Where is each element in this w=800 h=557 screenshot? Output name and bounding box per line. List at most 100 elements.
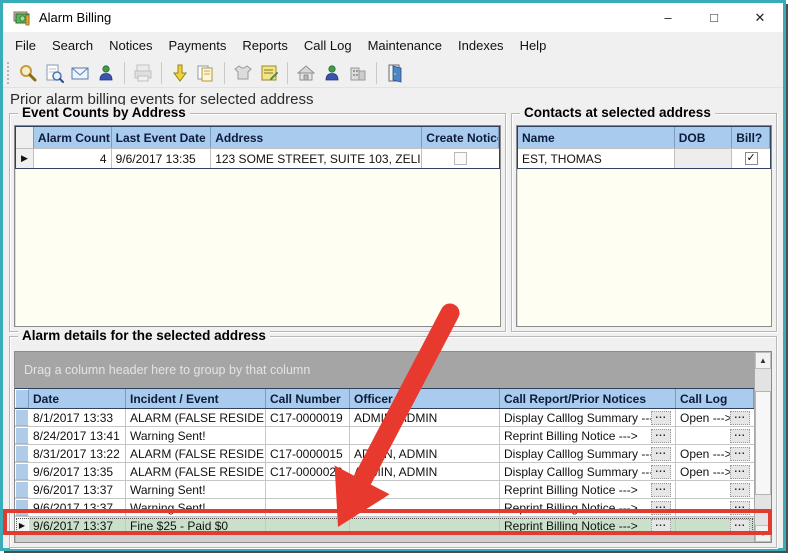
maximize-button[interactable]: □	[691, 3, 737, 32]
call-report-ellipsis-button[interactable]: ...	[651, 483, 671, 497]
business-icon[interactable]	[346, 61, 370, 85]
search-icon[interactable]	[16, 61, 40, 85]
document-preview-icon[interactable]	[42, 61, 66, 85]
column-header-alarm-count[interactable]: Alarm Count	[34, 127, 112, 148]
call-log-ellipsis-button[interactable]: ...	[730, 411, 750, 425]
incident-cell: ALARM (FALSE RESIDENTIA	[126, 409, 266, 426]
call-log-ellipsis-button[interactable]: ...	[730, 465, 750, 479]
call-report-ellipsis-button[interactable]: ...	[651, 411, 671, 425]
menu-call-log[interactable]: Call Log	[296, 34, 360, 57]
officer-cell: ADMIN, ADMIN	[350, 445, 500, 462]
group-by-bar[interactable]: Drag a column header here to group by th…	[15, 352, 754, 388]
incident-cell: ALARM (FALSE RESIDENTIA	[126, 445, 266, 462]
call-log-ellipsis-button[interactable]: ...	[730, 447, 750, 461]
contact-bill-cell: ✓	[732, 148, 770, 168]
contact-row[interactable]: EST, THOMAS ✓	[518, 148, 770, 168]
scrollbar-track[interactable]	[755, 369, 771, 525]
column-header-call-report[interactable]: Call Report/Prior Notices	[500, 389, 676, 408]
toolbar-separator	[224, 62, 225, 84]
call-number-cell	[266, 427, 350, 444]
column-header-call-log[interactable]: Call Log	[676, 389, 754, 408]
column-header-date[interactable]: Date	[29, 389, 126, 408]
contacts-panel: Name DOB Bill? EST, THOMAS ✓	[516, 125, 772, 327]
home-icon[interactable]	[294, 61, 318, 85]
officer-cell: ADMIN, ADMIN	[350, 463, 500, 480]
menu-search[interactable]: Search	[44, 34, 101, 57]
print-icon[interactable]	[131, 61, 155, 85]
bill-checkbox[interactable]: ✓	[745, 152, 758, 165]
row-selector	[15, 409, 29, 426]
copy-notices-icon[interactable]	[194, 61, 218, 85]
menu-indexes[interactable]: Indexes	[450, 34, 512, 57]
call-report-link[interactable]: Reprint Billing Notice --->	[504, 483, 638, 497]
call-log-link[interactable]: Open --->	[680, 411, 730, 425]
contact-icon[interactable]	[94, 61, 118, 85]
table-row[interactable]: 8/24/2017 13:41 Warning Sent! Reprint Bi…	[15, 427, 754, 445]
call-number-cell: C17-0000019	[266, 409, 350, 426]
call-report-link[interactable]: Display Calllog Summary --->	[504, 447, 651, 461]
column-header-officer[interactable]: Officer	[350, 389, 500, 408]
alarm-count-cell: 4	[34, 148, 112, 168]
column-header-incident[interactable]: Incident / Event	[126, 389, 266, 408]
call-number-cell	[266, 481, 350, 498]
app-money-icon	[13, 10, 31, 26]
event-counts-title: Event Counts by Address	[18, 105, 190, 120]
menu-bar: File Search Notices Payments Reports Cal…	[3, 32, 783, 58]
column-header-name[interactable]: Name	[518, 127, 675, 148]
contact-name-cell: EST, THOMAS	[518, 148, 675, 168]
column-header-dob[interactable]: DOB	[675, 127, 733, 148]
window-title: Alarm Billing	[39, 10, 111, 25]
call-report-link[interactable]: Display Calllog Summary --->	[504, 411, 651, 425]
create-notice-cell	[422, 148, 499, 168]
close-button[interactable]: ✕	[737, 3, 783, 32]
call-report-ellipsis-button[interactable]: ...	[651, 429, 671, 443]
date-cell: 8/24/2017 13:41	[29, 427, 126, 444]
column-header-create-notice[interactable]: Create Notice	[422, 127, 499, 148]
table-row[interactable]: 8/31/2017 13:22 ALARM (FALSE RESIDENTIA …	[15, 445, 754, 463]
mail-notice-icon[interactable]	[68, 61, 92, 85]
call-log-link[interactable]: Open --->	[680, 447, 730, 461]
call-report-link[interactable]: Display Calllog Summary --->	[504, 465, 651, 479]
date-cell: 8/31/2017 13:22	[29, 445, 126, 462]
column-header-address[interactable]: Address	[211, 127, 422, 148]
menu-payments[interactable]: Payments	[161, 34, 235, 57]
call-log-ellipsis-button[interactable]: ...	[730, 483, 750, 497]
minimize-button[interactable]: –	[645, 3, 691, 32]
table-row[interactable]: 9/6/2017 13:35 ALARM (FALSE RESIDENTIA C…	[15, 463, 754, 481]
officer-cell	[350, 427, 500, 444]
person-icon[interactable]	[320, 61, 344, 85]
call-log-link[interactable]: Open --->	[680, 465, 730, 479]
table-row[interactable]: 9/6/2017 13:37 Warning Sent! Reprint Bil…	[15, 481, 754, 499]
menu-file[interactable]: File	[7, 34, 44, 57]
toolbar-gripper	[7, 62, 10, 84]
call-number-cell: C17-0000015	[266, 445, 350, 462]
contacts-title: Contacts at selected address	[520, 105, 715, 120]
column-header-selector	[15, 389, 29, 408]
event-counts-row[interactable]: ▶ 4 9/6/2017 13:35 123 SOME STREET, SUIT…	[16, 148, 499, 168]
last-event-date-cell: 9/6/2017 13:35	[112, 148, 212, 168]
incident-cell: Warning Sent!	[126, 481, 266, 498]
import-arrow-icon[interactable]	[168, 61, 192, 85]
call-report-link[interactable]: Reprint Billing Notice --->	[504, 429, 638, 443]
column-header-bill[interactable]: Bill?	[732, 127, 770, 148]
call-report-ellipsis-button[interactable]: ...	[651, 447, 671, 461]
column-header-last-event-date[interactable]: Last Event Date	[112, 127, 212, 148]
event-note-icon[interactable]	[257, 61, 281, 85]
table-row[interactable]: 8/1/2017 13:33 ALARM (FALSE RESIDENTIA C…	[15, 409, 754, 427]
scroll-up-icon[interactable]: ▲	[755, 352, 771, 369]
apparel-icon[interactable]	[231, 61, 255, 85]
date-cell: 9/6/2017 13:35	[29, 463, 126, 480]
group-by-hint: Drag a column header here to group by th…	[24, 363, 310, 377]
column-header-call-number[interactable]: Call Number	[266, 389, 350, 408]
call-report-ellipsis-button[interactable]: ...	[651, 465, 671, 479]
row-marker-icon: ▶	[16, 148, 34, 168]
call-log-ellipsis-button[interactable]: ...	[730, 429, 750, 443]
menu-help[interactable]: Help	[512, 34, 555, 57]
create-notice-checkbox[interactable]	[454, 152, 467, 165]
menu-reports[interactable]: Reports	[234, 34, 296, 57]
exit-door-icon[interactable]	[383, 61, 407, 85]
menu-notices[interactable]: Notices	[101, 34, 160, 57]
scrollbar-thumb[interactable]	[755, 391, 771, 495]
incident-cell: ALARM (FALSE RESIDENTIA	[126, 463, 266, 480]
menu-maintenance[interactable]: Maintenance	[360, 34, 450, 57]
